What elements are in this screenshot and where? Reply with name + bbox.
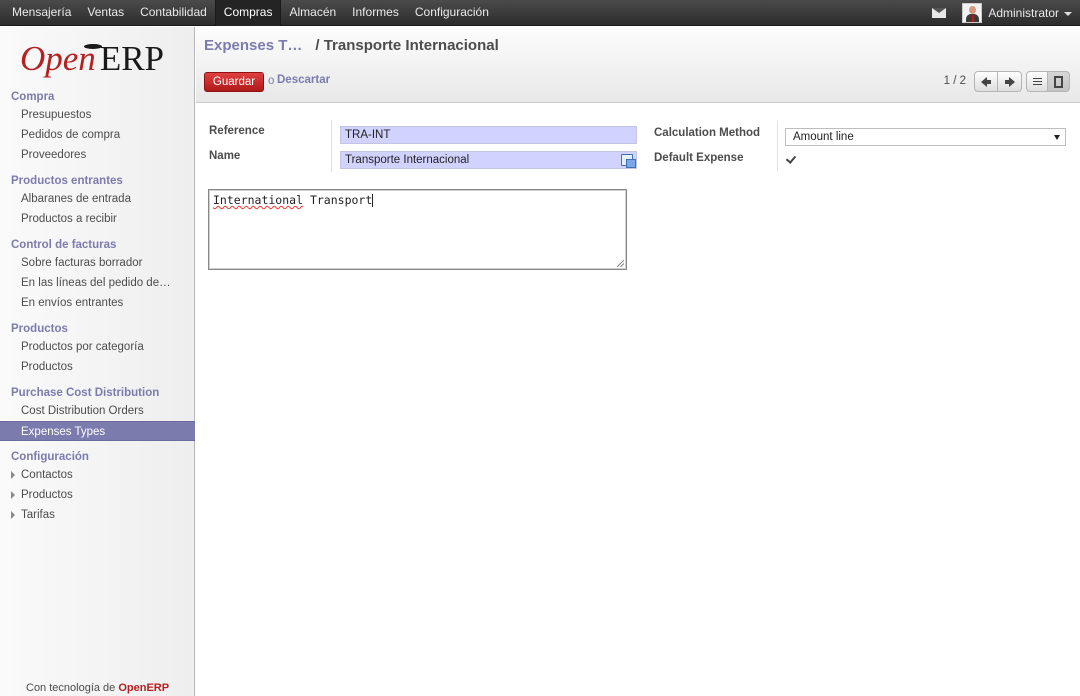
sidebar-item-expenses-types[interactable]: Expenses Types [0,421,195,441]
username: Administrator [988,6,1059,20]
view-header: Expenses T… / Transporte Internacional Gu… [196,27,1080,103]
sidebar-item-presupuestos[interactable]: Presupuestos [0,105,195,125]
or-text: o [268,75,275,87]
main-content: Expenses T… / Transporte Internacional Gu… [196,27,1080,696]
list-icon [1033,78,1042,85]
caret-down-icon [1064,11,1072,16]
note-text-word-2: Transport [309,193,373,207]
sidebar-item-productos[interactable]: Productos [0,357,195,377]
note-text-word-1: International [213,193,304,207]
menu-almacen[interactable]: Almacén [281,0,344,26]
section-purchase-cost-distribution: Purchase Cost Distribution [11,387,160,399]
sidebar-menu: Compra Presupuestos Pedidos de compra Pr… [0,87,195,525]
mail-icon[interactable] [932,8,947,18]
view-switcher [1026,71,1070,92]
previous-arrow-icon[interactable] [974,71,998,92]
reference-label: Reference [209,125,265,137]
dropdown-arrow-icon [1054,135,1060,140]
powered-by: Con tecnología de OpenERP [26,682,169,694]
logo-erp-text: ERP [99,39,165,78]
section-configuracion: Configuración [11,451,89,463]
menu-compras[interactable]: Compras [214,0,282,26]
section-control-de-facturas: Control de facturas [11,239,117,251]
next-arrow-icon[interactable] [998,71,1022,92]
calculation-method-label: Calculation Method [654,127,761,139]
footer-brand-link[interactable]: OpenERP [118,682,169,694]
sidebar-item-productos-a-recibir[interactable]: Productos a recibir [0,209,195,229]
sidebar-item-config-productos[interactable]: Productos [0,485,195,505]
sidebar-item-lineas-pedido[interactable]: En las líneas del pedido de… [0,273,195,293]
sidebar: Open ERP Compra Presupuestos Pedidos de c… [0,27,195,696]
divider [331,120,332,172]
user-area: Administrator [932,0,1072,26]
name-field-value: Transporte Internacional [345,154,470,166]
menu-configuracion[interactable]: Configuración [407,0,497,26]
sidebar-item-productos-por-categoria[interactable]: Productos por categoría [0,337,195,357]
openerp-logo[interactable]: Open ERP [20,39,164,79]
sidebar-item-pedidos-de-compra[interactable]: Pedidos de compra [0,125,195,145]
breadcrumb: Expenses T… / Transporte Internacional [204,37,499,54]
mustache-icon [84,44,102,49]
footer-prefix: Con tecnología de [26,682,116,694]
sidebar-item-sobre-facturas-borrador[interactable]: Sobre facturas borrador [0,253,195,273]
section-productos-entrantes: Productos entrantes [11,175,123,187]
discard-button[interactable]: Descartar [277,74,330,86]
main-menu: Mensajería Ventas Contabilidad Compras A… [4,0,497,26]
sidebar-item-envios-entrantes[interactable]: En envíos entrantes [0,293,195,313]
sidebar-item-cost-distribution-orders[interactable]: Cost Distribution Orders [0,401,195,421]
breadcrumb-current: Transporte Internacional [323,37,499,54]
avatar[interactable] [962,3,983,23]
form-view-button[interactable] [1048,71,1070,92]
name-field[interactable]: Transporte Internacional [340,151,637,169]
resize-grip-icon[interactable] [617,260,624,267]
pager-counter[interactable]: 1 / 2 [944,75,966,87]
user-menu-toggle[interactable]: Administrator [988,6,1072,20]
translate-icon[interactable] [621,154,636,168]
sidebar-item-albaranes-de-entrada[interactable]: Albaranes de entrada [0,189,195,209]
text-cursor [372,194,374,207]
note-textarea[interactable]: International Transport [208,189,627,270]
calculation-method-value: Amount line [793,131,854,143]
menu-ventas[interactable]: Ventas [79,0,132,26]
pager-buttons [974,71,1022,92]
list-view-button[interactable] [1026,71,1048,92]
name-label: Name [209,150,241,162]
section-productos: Productos [11,323,68,335]
divider [777,121,778,171]
sidebar-item-proveedores[interactable]: Proveedores [0,145,195,165]
breadcrumb-parent[interactable]: Expenses T… [204,37,302,54]
sidebar-item-contactos[interactable]: Contactos [0,465,195,485]
top-menu-bar: Mensajería Ventas Contabilidad Compras A… [0,0,1080,26]
calculation-method-select[interactable]: Amount line [785,128,1066,146]
menu-contabilidad[interactable]: Contabilidad [132,0,215,26]
form-icon [1054,76,1063,88]
menu-informes[interactable]: Informes [344,0,407,26]
default-expense-checkbox[interactable] [785,154,796,165]
sidebar-item-tarifas[interactable]: Tarifas [0,505,195,525]
menu-mensajeria[interactable]: Mensajería [4,0,79,26]
save-button[interactable]: Guardar [204,72,264,92]
breadcrumb-separator: / [315,37,320,54]
default-expense-label: Default Expense [654,152,744,164]
section-compra: Compra [11,91,55,103]
reference-field[interactable]: TRA-INT [340,126,637,144]
